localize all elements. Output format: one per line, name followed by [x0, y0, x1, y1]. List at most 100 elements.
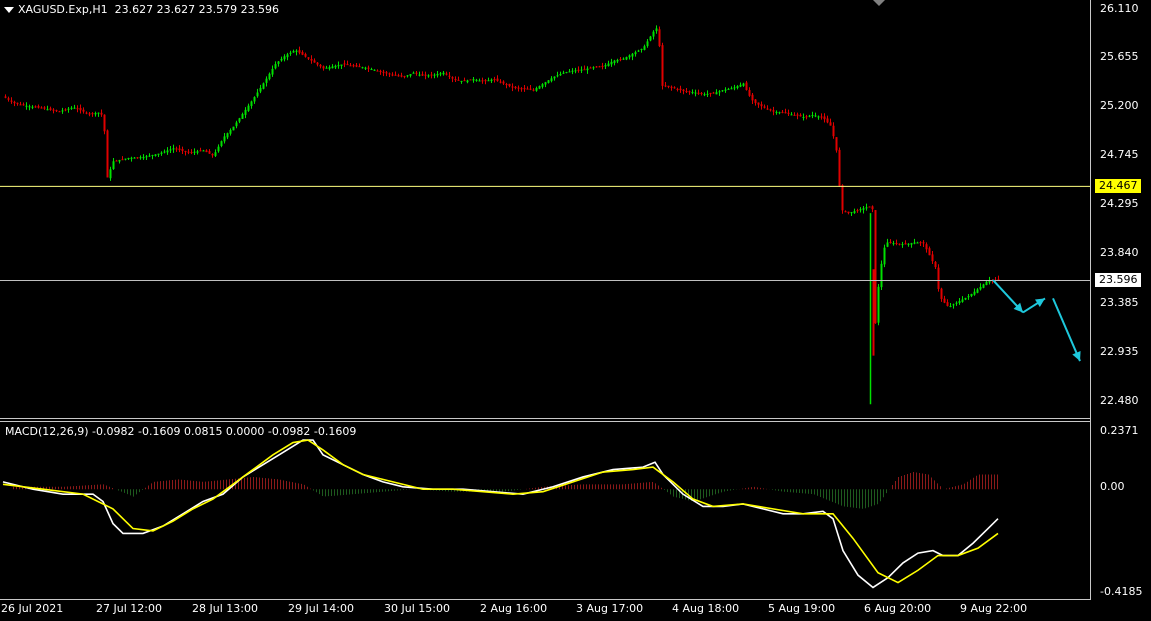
candle-body [652, 31, 655, 37]
candle-body [169, 149, 172, 151]
candle-body [529, 88, 532, 90]
candle-body [721, 90, 724, 92]
candle-body [880, 263, 883, 288]
candle-body [478, 80, 481, 82]
candle-body [7, 98, 10, 100]
candle-body [982, 284, 985, 288]
time-tick: 2 Aug 16:00 [480, 602, 548, 615]
candle-body [532, 89, 535, 91]
candle-body [181, 148, 184, 151]
candle-body [325, 67, 328, 69]
candle-body [73, 107, 76, 109]
time-tick: 26 Jul 2021 [1, 602, 64, 615]
candle-body [679, 88, 682, 91]
candle-body [328, 67, 331, 69]
candle-body [958, 301, 961, 304]
candle-body [835, 137, 838, 151]
candle-body [49, 108, 52, 110]
candle-body [229, 129, 232, 134]
candle-body [4, 96, 7, 98]
candle-body [313, 60, 316, 63]
candle-body [571, 70, 574, 72]
candle-body [202, 150, 205, 152]
candle-body [349, 65, 352, 67]
candle-body [931, 254, 934, 262]
candle-body [790, 114, 793, 116]
candle-body [412, 72, 415, 74]
candle-body [469, 79, 472, 81]
candle-body [352, 65, 355, 67]
candle-body [595, 66, 598, 68]
collapse-triangle-icon[interactable] [4, 7, 14, 13]
candle-body [196, 151, 199, 153]
candle-body [82, 109, 85, 112]
candle-body [559, 74, 562, 76]
trading-chart[interactable] [0, 0, 1151, 621]
ohlc-label: 23.627 23.627 23.579 23.596 [114, 3, 280, 16]
candle-body [715, 92, 718, 95]
candle-body [892, 243, 895, 245]
candle-body [343, 63, 346, 65]
candle-body [961, 299, 964, 302]
candle-body [403, 76, 406, 78]
candle-body [238, 118, 241, 122]
candle-body [61, 110, 64, 112]
candle-body [649, 36, 652, 41]
price-tick: 25.200 [1100, 99, 1139, 112]
candle-body [895, 243, 898, 245]
candle-body [418, 74, 421, 76]
candle-body [331, 66, 334, 69]
candle-body [160, 152, 163, 154]
candle-body [535, 88, 538, 91]
candle-body [940, 288, 943, 299]
candle-body [223, 136, 226, 142]
candle-body [700, 92, 703, 94]
candle-body [448, 75, 451, 77]
candle-body [748, 90, 751, 96]
candle-body [943, 298, 946, 303]
candle-body [496, 78, 499, 81]
candle-body [385, 72, 388, 74]
candle-body [430, 74, 433, 76]
candle-body [124, 158, 127, 160]
macd-tick: -0.4185 [1100, 585, 1143, 598]
price-tick: 25.655 [1100, 50, 1139, 63]
candle-body [511, 86, 514, 88]
candle-body [178, 148, 181, 151]
candle-body [154, 154, 157, 156]
time-tick: 6 Aug 20:00 [864, 602, 932, 615]
candle-body [517, 87, 520, 89]
candle-body [88, 113, 91, 115]
candle-body [889, 241, 892, 243]
candle-body [304, 53, 307, 57]
candle-body [55, 110, 58, 112]
candle-body [703, 94, 706, 96]
candle-body [157, 153, 160, 155]
candle-body [967, 296, 970, 298]
candle-body [340, 64, 343, 66]
candle-body [283, 56, 286, 60]
candle-body [859, 209, 862, 211]
candle-body [805, 116, 808, 118]
candle-body [37, 106, 40, 108]
candle-body [397, 75, 400, 77]
candle-body [445, 73, 448, 75]
candle-body [754, 99, 757, 103]
candle-body [121, 159, 124, 161]
candle-body [730, 88, 733, 90]
candle-body [832, 125, 835, 137]
candle-body [829, 122, 832, 126]
candle-body [28, 106, 31, 108]
candle-body [706, 93, 709, 95]
candle-body [976, 289, 979, 293]
candle-body [526, 88, 529, 90]
candle-body [337, 65, 340, 67]
candle-body [781, 111, 784, 113]
candle-body [577, 69, 580, 71]
candle-body [922, 242, 925, 244]
candle-body [190, 152, 193, 154]
candle-body [64, 109, 67, 111]
candle-body [814, 115, 817, 117]
candle-body [682, 89, 685, 92]
candle-body [382, 71, 385, 73]
